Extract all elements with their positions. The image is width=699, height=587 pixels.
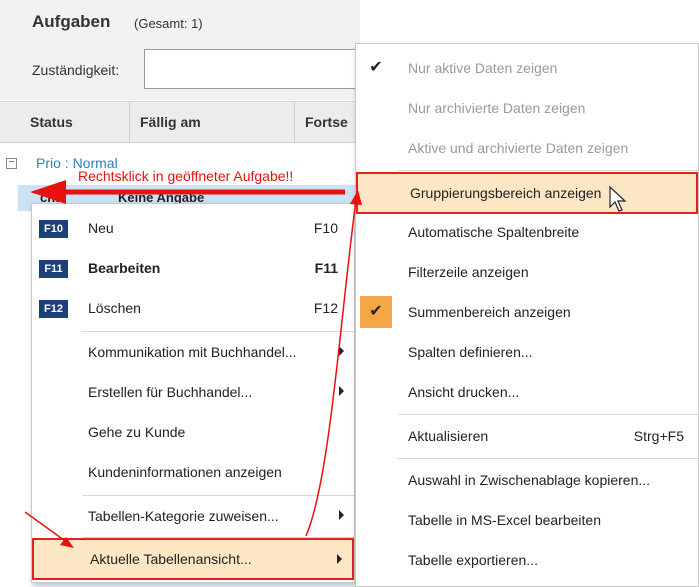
f12-key-icon: F12 (39, 300, 68, 318)
responsibility-input[interactable] (144, 49, 360, 89)
page-title: Aufgaben (32, 12, 111, 31)
menu-item-label: Auswahl in Zwischenablage kopieren... (408, 472, 651, 488)
menu-item-copy-to-clipboard[interactable]: Auswahl in Zwischenablage kopieren... (356, 460, 698, 500)
menu-item-label: Kommunikation mit Buchhandel... (88, 344, 297, 360)
menu-item-define-columns[interactable]: Spalten definieren... (356, 332, 698, 372)
menu-item-print-view[interactable]: Ansicht drucken... (356, 372, 698, 412)
table-header: Status Fällig am Fortse (0, 101, 360, 143)
menu-item-shortcut: F10 (313, 220, 338, 236)
menu-item-label: Kundeninformationen anzeigen (88, 464, 282, 480)
menu-item-label: Nur aktive Daten zeigen (408, 60, 558, 76)
menu-separator (398, 414, 698, 415)
menu-item-refresh[interactable]: Aktualisieren Strg+F5 (356, 416, 698, 456)
checkmark-icon: ✔ (369, 59, 383, 76)
responsibility-label: Zuständigkeit: (32, 62, 120, 78)
menu-item-current-table-view[interactable]: Aktuelle Tabellenansicht... (32, 538, 354, 580)
menu-item-assign-category[interactable]: Tabellen-Kategorie zuweisen... (32, 496, 354, 536)
menu-item-create-for-bookseller[interactable]: Erstellen für Buchhandel... (32, 372, 354, 412)
menu-item-customer-info[interactable]: Kundeninformationen anzeigen (32, 452, 354, 492)
menu-item-label: Automatische Spaltenbreite (408, 224, 580, 240)
menu-item-show-summary-area[interactable]: ✔ Summenbereich anzeigen (356, 292, 698, 332)
submenu-arrow-icon (339, 346, 344, 356)
context-menu: F10 Neu F10 F11 Bearbeiten F11 F12 Lösch… (31, 203, 355, 583)
menu-item-label: Gruppierungsbereich anzeigen (410, 185, 602, 201)
menu-item-shortcut: F12 (313, 300, 338, 316)
menu-item-shortcut: Strg+F5 (633, 428, 684, 444)
table-view-submenu: ✔ Nur aktive Daten zeigen Nur archiviert… (355, 43, 699, 587)
menu-item-label: Erstellen für Buchhandel... (88, 384, 253, 400)
total-count: (Gesamt: 1) (134, 16, 203, 31)
menu-item-label: Tabellen-Kategorie zuweisen... (88, 508, 279, 524)
menu-item-only-archived[interactable]: Nur archivierte Daten zeigen (356, 88, 698, 128)
menu-item-label: Spalten definieren... (408, 344, 533, 360)
menu-item-label: Aktive und archivierte Daten zeigen (408, 140, 629, 156)
column-due[interactable]: Fällig am (130, 102, 295, 142)
menu-item-label: Tabelle in MS-Excel bearbeiten (408, 512, 601, 528)
submenu-arrow-icon (337, 554, 342, 564)
checkmark-icon: ✔ (360, 296, 392, 328)
menu-item-edit[interactable]: F11 Bearbeiten F11 (32, 248, 354, 288)
menu-item-label: Ansicht drucken... (408, 384, 520, 400)
menu-separator (398, 170, 698, 171)
submenu-arrow-icon (339, 510, 344, 520)
f11-key-icon: F11 (39, 260, 68, 278)
column-status[interactable]: Status (20, 102, 130, 142)
submenu-arrow-icon (339, 386, 344, 396)
menu-item-auto-column-width[interactable]: Automatische Spaltenbreite (356, 212, 698, 252)
menu-item-active-and-archived[interactable]: Aktive und archivierte Daten zeigen (356, 128, 698, 168)
collapse-toggle-icon[interactable]: − (6, 158, 17, 169)
menu-item-label: Summenbereich anzeigen (408, 304, 571, 320)
menu-item-label: Tabelle exportieren... (408, 552, 538, 568)
menu-item-export-table[interactable]: Tabelle exportieren... (356, 540, 698, 580)
menu-item-show-grouping-area[interactable]: Gruppierungsbereich anzeigen (356, 172, 698, 214)
mouse-cursor-icon (609, 185, 627, 212)
menu-item-label: Aktuelle Tabellenansicht... (90, 551, 252, 567)
menu-item-label: Neu (88, 220, 114, 236)
f10-key-icon: F10 (39, 220, 68, 238)
menu-item-delete[interactable]: F12 Löschen F12 (32, 288, 354, 328)
menu-item-new[interactable]: F10 Neu F10 (32, 208, 354, 248)
menu-item-goto-customer[interactable]: Gehe zu Kunde (32, 412, 354, 452)
column-progress[interactable]: Fortse (295, 102, 360, 142)
menu-item-label: Bearbeiten (88, 260, 161, 276)
menu-item-label: Aktualisieren (408, 428, 489, 444)
menu-item-label: Löschen (88, 300, 141, 316)
menu-item-only-active[interactable]: ✔ Nur aktive Daten zeigen (356, 48, 698, 88)
menu-item-communication[interactable]: Kommunikation mit Buchhandel... (32, 332, 354, 372)
menu-item-label: Filterzeile anzeigen (408, 264, 529, 280)
menu-item-show-filter-row[interactable]: Filterzeile anzeigen (356, 252, 698, 292)
menu-separator (398, 458, 698, 459)
menu-item-shortcut: F11 (314, 260, 338, 276)
annotation-text: Rechtsklick in geöffneter Aufgabe!! (78, 168, 294, 184)
menu-item-label: Gehe zu Kunde (88, 424, 186, 440)
menu-item-label: Nur archivierte Daten zeigen (408, 100, 586, 116)
menu-item-edit-in-excel[interactable]: Tabelle in MS-Excel bearbeiten (356, 500, 698, 540)
